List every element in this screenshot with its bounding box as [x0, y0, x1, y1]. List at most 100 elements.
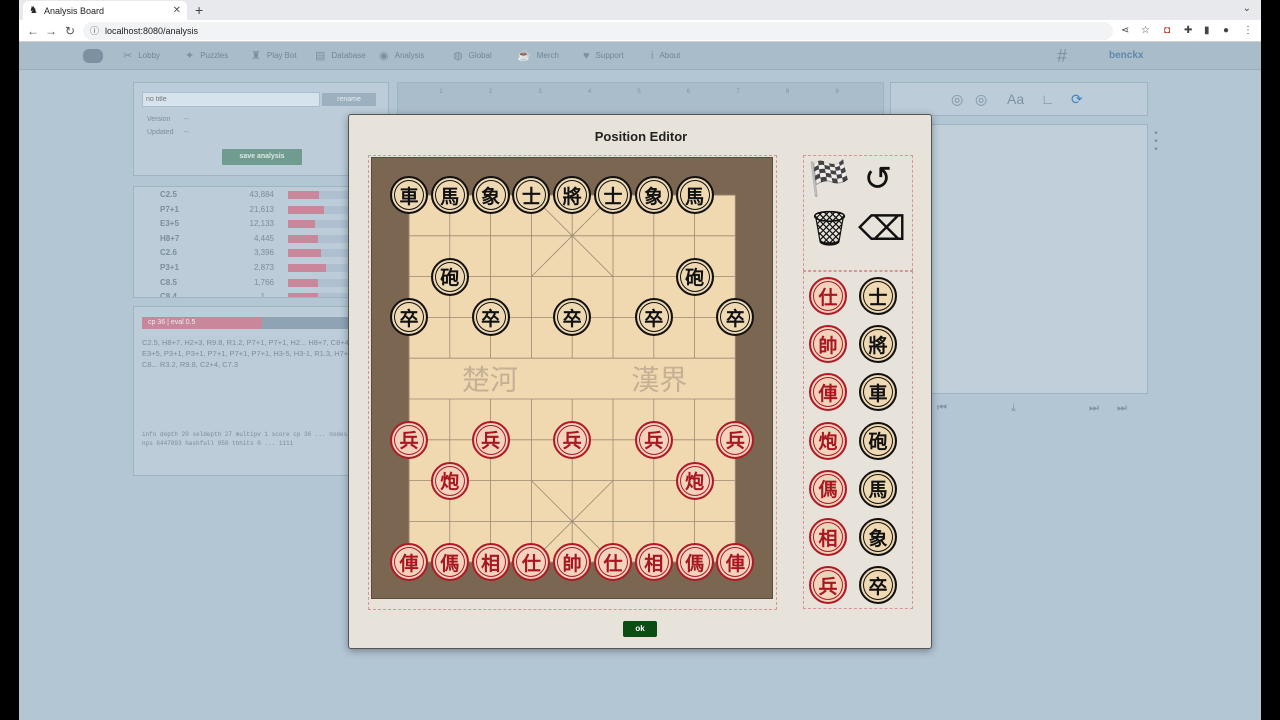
ok-button[interactable]: ok	[623, 621, 657, 637]
nav-item-label: About	[659, 51, 681, 60]
start-position-flag-icon[interactable]: 🏁	[808, 160, 850, 198]
red-piece[interactable]: 傌	[430, 543, 469, 582]
undo-icon[interactable]: ↺	[858, 160, 898, 198]
coordinates-icon[interactable]: ∟	[1041, 90, 1055, 108]
column-number: 9	[835, 89, 839, 95]
next-move-icon[interactable]: ⏭	[1089, 402, 1099, 415]
more-options-icon[interactable]: • • •	[1152, 129, 1160, 155]
profile-avatar-icon[interactable]: ●	[1223, 24, 1229, 38]
red-piece[interactable]: 俥	[390, 543, 428, 582]
browser-tab-strip: ♞ Analysis Board ✕ + ⌄	[19, 0, 1261, 20]
version-value: --	[184, 116, 189, 123]
palette-black-piece[interactable]: 卒	[859, 566, 897, 605]
black-piece[interactable]: 卒	[634, 298, 673, 337]
palette-red-piece[interactable]: 傌	[809, 469, 847, 508]
discord-icon[interactable]	[83, 49, 103, 63]
editor-board[interactable]: 楚河 漢界 車馬象士將士象馬砲砲卒卒卒卒卒兵兵兵兵兵炮炮俥傌相仕帥仕相傌俥	[371, 157, 773, 599]
palette-red-piece[interactable]: 帥	[809, 325, 847, 364]
palette-black-piece[interactable]: 士	[859, 277, 897, 315]
nav-puzzles-icon: ✦	[185, 50, 195, 62]
reload-button[interactable]: ↻	[65, 23, 75, 39]
nav-item-label: Global	[468, 51, 492, 60]
black-piece[interactable]: 馬	[675, 176, 714, 214]
palette-black-piece[interactable]: 象	[859, 518, 897, 556]
username-link[interactable]: benckx	[1109, 42, 1143, 70]
url-text: localhost:8080/analysis	[105, 26, 199, 36]
forward-button[interactable]: →	[45, 23, 57, 39]
flip-board-icon[interactable]: ⟳	[1071, 90, 1083, 108]
extensions-puzzle-icon[interactable]: ✚	[1184, 24, 1192, 38]
black-piece[interactable]: 車	[390, 176, 428, 214]
palette-black-piece[interactable]: 車	[859, 373, 897, 412]
last-move-icon[interactable]: ⏭	[1117, 402, 1127, 415]
share-icon[interactable]: ⋖	[1121, 24, 1129, 38]
nav-item-lobby[interactable]: ✂ Lobby	[123, 42, 160, 70]
black-piece[interactable]: 象	[471, 176, 510, 214]
red-piece[interactable]: 傌	[675, 543, 714, 582]
tab-search-chevron-icon[interactable]: ⌄	[1243, 3, 1251, 14]
font-size-icon[interactable]: Aa	[1007, 90, 1024, 108]
move-count: 12,133	[249, 219, 274, 229]
red-piece[interactable]: 兵	[716, 420, 755, 459]
nav-item-play-bot[interactable]: ♜ Play Bot	[251, 42, 297, 70]
url-field[interactable]: ⓘ localhost:8080/analysis	[83, 22, 1113, 40]
tab-title: Analysis Board	[43, 5, 104, 16]
trash-icon[interactable]: 🗑	[808, 210, 851, 248]
nav-item-merch[interactable]: ☕ Merch	[517, 42, 559, 70]
palette-red-piece[interactable]: 俥	[809, 373, 847, 412]
board-grid-icon[interactable]: #	[1057, 46, 1067, 66]
red-piece[interactable]: 兵	[634, 420, 673, 459]
palette-red-piece[interactable]: 相	[809, 518, 847, 556]
analysis-title-input[interactable]	[142, 92, 320, 107]
nav-item-about[interactable]: i About	[651, 42, 680, 70]
black-piece[interactable]: 卒	[471, 298, 510, 337]
bookmark-star-icon[interactable]: ☆	[1141, 24, 1150, 38]
black-piece[interactable]: 砲	[675, 257, 714, 296]
black-piece[interactable]: 馬	[430, 176, 469, 214]
palette-red-piece[interactable]: 炮	[809, 421, 847, 460]
column-number: 2	[488, 89, 493, 95]
nav-item-analysis[interactable]: ◉ Analysis	[379, 42, 424, 70]
extension-icon[interactable]: ◘	[1164, 24, 1170, 38]
move-notation: C2.6	[160, 248, 177, 258]
red-piece[interactable]: 相	[634, 543, 673, 582]
red-piece[interactable]: 相	[471, 543, 510, 582]
move-notation: H8+7	[160, 233, 180, 243]
first-move-icon[interactable]: ⏮	[937, 402, 947, 415]
red-piece[interactable]: 炮	[430, 461, 469, 500]
red-piece[interactable]: 兵	[553, 420, 592, 459]
piece-style-icon[interactable]: ◎	[951, 90, 963, 108]
browser-menu-icon[interactable]: ⋮	[1243, 24, 1253, 38]
red-piece[interactable]: 兵	[471, 420, 510, 459]
move-bar	[288, 205, 324, 214]
red-piece[interactable]: 炮	[675, 461, 714, 500]
eraser-icon[interactable]: ⌫	[858, 210, 906, 248]
black-piece[interactable]: 士	[594, 176, 632, 214]
red-piece[interactable]: 仕	[594, 543, 632, 582]
side-panel-icon[interactable]: ▮	[1204, 24, 1210, 38]
new-tab-button[interactable]: +	[195, 0, 203, 20]
back-button[interactable]: ←	[27, 23, 39, 39]
palette-black-piece[interactable]: 馬	[859, 469, 897, 508]
nav-item-support[interactable]: ♥ Support	[583, 42, 624, 70]
rename-button[interactable]: rename	[322, 93, 376, 106]
save-analysis-button[interactable]: save analysis	[222, 149, 302, 165]
black-piece[interactable]: 將	[553, 176, 592, 214]
close-tab-icon[interactable]: ✕	[173, 5, 181, 16]
nav-item-label: Puzzles	[200, 51, 229, 60]
download-icon[interactable]: ⤓	[1011, 402, 1016, 415]
palette-red-piece[interactable]: 仕	[809, 277, 847, 315]
nav-item-global[interactable]: ◍ Global	[453, 42, 492, 70]
piece-style-alt-icon[interactable]: ◎	[975, 90, 987, 108]
black-piece[interactable]: 砲	[430, 257, 469, 296]
nav-item-puzzles[interactable]: ✦ Puzzles	[185, 42, 228, 70]
palette-red-piece[interactable]: 兵	[809, 566, 847, 605]
black-piece[interactable]: 象	[634, 176, 673, 214]
nav-item-database[interactable]: ▤ Database	[315, 42, 366, 70]
site-info-icon[interactable]: ⓘ	[90, 22, 99, 40]
browser-tab[interactable]: ♞ Analysis Board ✕	[23, 1, 187, 20]
palette-black-piece[interactable]: 砲	[859, 421, 897, 460]
red-piece[interactable]: 兵	[390, 420, 428, 459]
move-notation: C8.5	[160, 277, 177, 287]
palette-black-piece[interactable]: 將	[859, 325, 897, 364]
